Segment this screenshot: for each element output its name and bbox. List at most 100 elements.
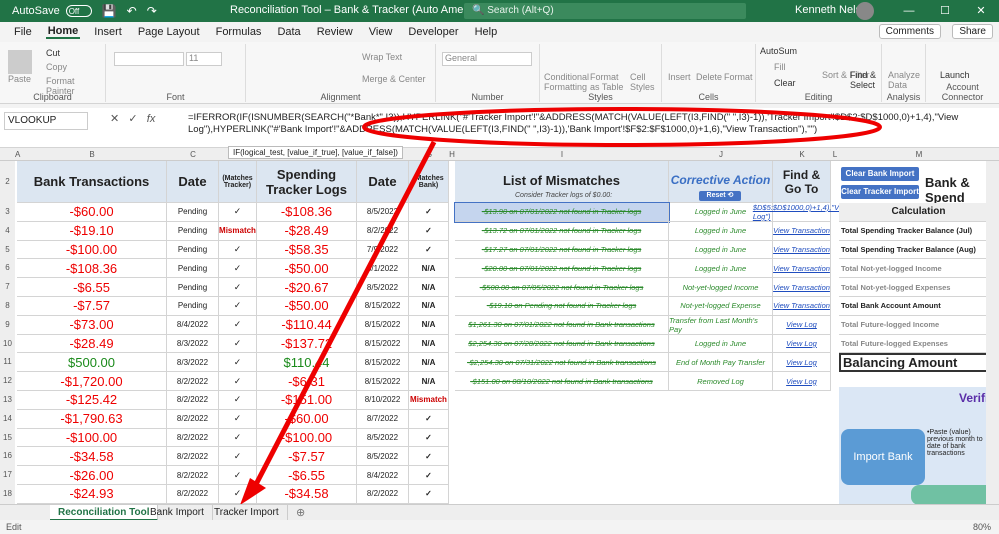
- clear-button[interactable]: Clear: [774, 78, 796, 88]
- clear-tracker-import-button[interactable]: Clear Tracker Import: [841, 185, 919, 199]
- conditional-formatting-button[interactable]: Conditional Formatting: [544, 72, 589, 92]
- find-go-to-link[interactable]: View Transaction: [773, 259, 831, 279]
- bank-amount[interactable]: -$24.93: [17, 485, 167, 504]
- bank-match-status[interactable]: ✓: [219, 428, 257, 448]
- bank-date[interactable]: 8/2/2022: [167, 372, 219, 391]
- row-header[interactable]: 4: [0, 221, 15, 241]
- wrap-text-button[interactable]: Wrap Text: [362, 52, 402, 62]
- font-size-select[interactable]: 11: [186, 52, 222, 66]
- bank-match-status[interactable]: ✓: [219, 372, 257, 391]
- add-sheet-icon[interactable]: ⊕: [296, 506, 305, 519]
- bank-amount[interactable]: -$108.36: [17, 259, 167, 279]
- bank-amount[interactable]: -$7.57: [17, 297, 167, 316]
- tracker-date[interactable]: 7/9/2022: [357, 240, 409, 260]
- tracker-amount[interactable]: -$34.58: [257, 485, 357, 504]
- corrective-action-item[interactable]: Logged in June: [669, 334, 773, 354]
- tracker-amount[interactable]: -$137.72: [257, 334, 357, 354]
- tracker-date[interactable]: 8/5/2022: [357, 203, 409, 222]
- mismatch-item[interactable]: $2,254.30 on 07/28/2022 not found in Ban…: [455, 334, 669, 354]
- find-go-to-link[interactable]: View Transaction: [773, 297, 831, 316]
- bank-date[interactable]: Pending: [167, 203, 219, 222]
- row-header[interactable]: 16: [0, 447, 15, 467]
- mismatch-item[interactable]: -$2,254.30 on 07/31/2022 not found in Ba…: [455, 353, 669, 373]
- row-header[interactable]: 11: [0, 353, 15, 373]
- tracker-match-status[interactable]: N/A: [409, 259, 449, 279]
- bank-match-status[interactable]: ✓: [219, 391, 257, 410]
- row-header-2[interactable]: 2: [0, 161, 15, 203]
- column-header-g[interactable]: G: [409, 148, 449, 161]
- tracker-amount[interactable]: -$6.55: [257, 466, 357, 485]
- column-header-k[interactable]: K: [773, 148, 831, 161]
- row-header[interactable]: 12: [0, 372, 15, 391]
- row-header[interactable]: 7: [0, 278, 15, 297]
- tracker-date[interactable]: 8/2/2022: [357, 221, 409, 241]
- mismatch-item[interactable]: $1,261.30 on 07/01/2022 not found in Ban…: [455, 315, 669, 335]
- tracker-amount[interactable]: -$28.49: [257, 221, 357, 241]
- bank-date[interactable]: 8/3/2022: [167, 334, 219, 354]
- tracker-match-status[interactable]: Mismatch: [409, 391, 449, 410]
- bank-amount[interactable]: -$73.00: [17, 315, 167, 335]
- tracker-amount[interactable]: -$60.00: [257, 409, 357, 429]
- tracker-amount[interactable]: -$6.31: [257, 372, 357, 391]
- cell-styles-button[interactable]: Cell Styles: [630, 72, 660, 92]
- column-header-c[interactable]: C: [167, 148, 219, 161]
- mismatch-item[interactable]: -$151.00 on 08/10/2022 not found in Bank…: [455, 372, 669, 391]
- tracker-match-status[interactable]: ✓: [409, 221, 449, 241]
- bank-date[interactable]: 8/2/2022: [167, 447, 219, 467]
- close-icon[interactable]: ✕: [963, 0, 999, 22]
- tracker-date[interactable]: 8/10/2022: [357, 391, 409, 410]
- column-header-m[interactable]: M: [839, 148, 999, 161]
- bank-amount[interactable]: -$125.42: [17, 391, 167, 410]
- bank-match-status[interactable]: Mismatch: [219, 221, 257, 241]
- bank-date[interactable]: Pending: [167, 240, 219, 260]
- search-input[interactable]: 🔍 Search (Alt+Q): [464, 3, 746, 19]
- bank-date[interactable]: 8/2/2022: [167, 428, 219, 448]
- row-header[interactable]: 17: [0, 466, 15, 485]
- column-header-l[interactable]: L: [831, 148, 839, 161]
- find-select-button[interactable]: Find & Select: [850, 70, 881, 90]
- corrective-action-item[interactable]: Not-yet-logged Income: [669, 278, 773, 297]
- bank-amount[interactable]: -$34.58: [17, 447, 167, 467]
- bank-match-status[interactable]: ✓: [219, 409, 257, 429]
- bank-date[interactable]: 8/4/2022: [167, 315, 219, 335]
- tracker-match-status[interactable]: N/A: [409, 278, 449, 297]
- bank-date[interactable]: 8/3/2022: [167, 353, 219, 373]
- tracker-amount[interactable]: $110.44: [257, 353, 357, 373]
- tracker-match-status[interactable]: ✓: [409, 240, 449, 260]
- menu-developer[interactable]: Developer: [406, 26, 460, 38]
- tracker-date[interactable]: 8/15/2022: [357, 334, 409, 354]
- bank-match-status[interactable]: ✓: [219, 297, 257, 316]
- launch-button[interactable]: Launch: [940, 70, 970, 80]
- bank-match-status[interactable]: ✓: [219, 447, 257, 467]
- find-go-to-link[interactable]: View Transaction: [773, 221, 831, 241]
- enter-icon[interactable]: ✓: [128, 113, 137, 125]
- comments-button[interactable]: Comments: [878, 24, 941, 39]
- mismatch-item[interactable]: -$13.90 on 07/01/2022 not found in Track…: [454, 202, 670, 223]
- cancel-icon[interactable]: ✕: [110, 113, 119, 125]
- tracker-match-status[interactable]: ✓: [409, 485, 449, 504]
- paste-button[interactable]: Paste: [8, 74, 31, 84]
- bank-match-status[interactable]: ✓: [219, 315, 257, 335]
- copy-button[interactable]: Copy: [46, 62, 67, 72]
- tracker-amount[interactable]: -$7.57: [257, 447, 357, 467]
- bank-amount[interactable]: -$19.10: [17, 221, 167, 241]
- autosum-button[interactable]: AutoSum: [760, 46, 797, 56]
- column-header-i[interactable]: I: [455, 148, 669, 161]
- tracker-date[interactable]: 8/15/2022: [357, 353, 409, 373]
- tracker-match-status[interactable]: N/A: [409, 372, 449, 391]
- bank-match-status[interactable]: ✓: [219, 240, 257, 260]
- tracker-date[interactable]: 8/4/2022: [357, 466, 409, 485]
- bank-amount[interactable]: -$100.00: [17, 240, 167, 260]
- bank-amount[interactable]: -$26.00: [17, 466, 167, 485]
- row-header[interactable]: 8: [0, 297, 15, 316]
- menu-insert[interactable]: Insert: [92, 26, 124, 38]
- bank-date[interactable]: 8/2/2022: [167, 485, 219, 504]
- bank-match-status[interactable]: ✓: [219, 466, 257, 485]
- row-header[interactable]: 18: [0, 485, 15, 504]
- sheet-tab-bank-import[interactable]: Bank Import: [142, 505, 213, 521]
- bank-date[interactable]: Pending: [167, 297, 219, 316]
- bank-amount[interactable]: $500.00: [17, 353, 167, 373]
- share-button[interactable]: Share: [952, 24, 993, 39]
- tracker-match-status[interactable]: N/A: [409, 315, 449, 335]
- font-name-select[interactable]: [114, 52, 184, 66]
